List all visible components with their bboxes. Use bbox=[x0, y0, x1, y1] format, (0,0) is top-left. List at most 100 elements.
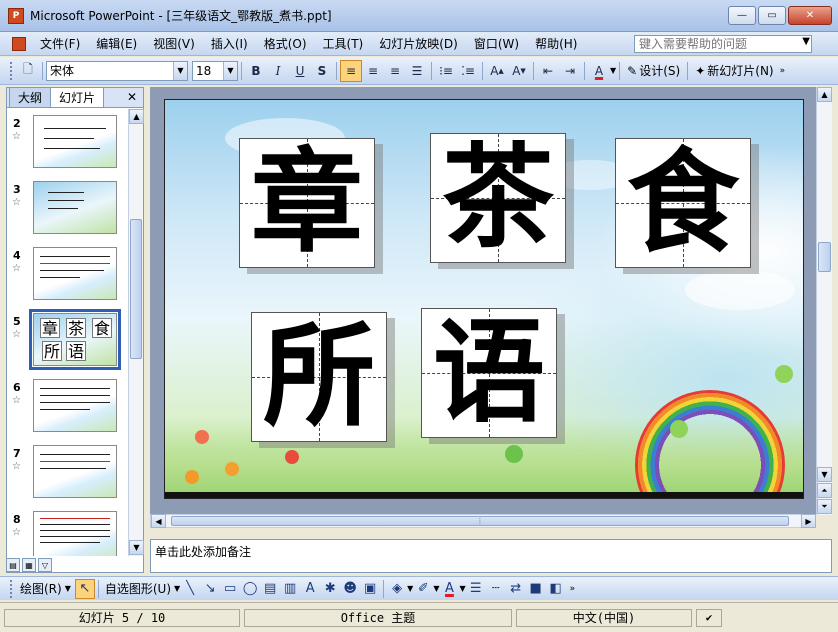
justify-icon[interactable]: ☰ bbox=[406, 60, 428, 82]
select-pointer-icon[interactable]: ↖ bbox=[74, 578, 95, 599]
toolbar-grip[interactable] bbox=[10, 61, 13, 80]
scroll-right-icon[interactable]: ▶ bbox=[801, 514, 816, 528]
scroll-down-icon[interactable]: ▼ bbox=[129, 540, 144, 555]
align-right-icon[interactable]: ≡ bbox=[384, 60, 406, 82]
new-slide-button[interactable]: ✦ 新幻灯片(N) bbox=[691, 62, 777, 79]
char-card[interactable]: 茶 bbox=[430, 133, 566, 263]
dash-style-icon[interactable]: ┄ bbox=[486, 579, 506, 599]
char-card[interactable]: 语 bbox=[421, 308, 557, 438]
design-button[interactable]: ✎ 设计(S) bbox=[623, 62, 684, 79]
textbox-icon[interactable]: ▤ bbox=[260, 579, 280, 599]
diagram-icon[interactable]: ✱ bbox=[320, 579, 340, 599]
line-icon[interactable]: ╲ bbox=[180, 579, 200, 599]
current-slide[interactable]: 章 茶 食 所 语 bbox=[164, 99, 804, 499]
char-card[interactable]: 章 bbox=[239, 138, 375, 268]
tab-outline[interactable]: 大纲 bbox=[9, 87, 52, 107]
spellcheck-icon[interactable]: ✔ bbox=[696, 608, 722, 627]
increase-font-icon[interactable]: A ▲ bbox=[486, 60, 508, 82]
menu-view[interactable]: 视图(V) bbox=[145, 35, 203, 52]
scrollbar-thumb[interactable] bbox=[130, 219, 142, 359]
shadow-button[interactable]: S bbox=[311, 60, 333, 82]
increase-indent-icon[interactable]: ⇥ bbox=[559, 60, 581, 82]
slide-thumbnail-row[interactable]: 4 ☆ bbox=[7, 247, 129, 303]
slide-thumbnail-row[interactable]: 2 ☆ bbox=[7, 115, 129, 171]
picture-icon[interactable]: ▣ bbox=[360, 579, 380, 599]
scroll-up-icon[interactable]: ▲ bbox=[129, 109, 144, 124]
font-size-select[interactable]: 18 ▼ bbox=[192, 60, 238, 81]
tab-slides[interactable]: 幻灯片 bbox=[50, 87, 105, 107]
toolbar-grip[interactable] bbox=[10, 579, 13, 598]
scroll-left-icon[interactable]: ◀ bbox=[151, 514, 166, 528]
bullet-list-icon[interactable]: ⁚≡ bbox=[457, 60, 479, 82]
close-icon[interactable]: ✕ bbox=[127, 90, 137, 104]
arrow-style-icon[interactable]: ⇄ bbox=[506, 579, 526, 599]
menu-slideshow[interactable]: 幻灯片放映(D) bbox=[371, 35, 466, 52]
draw-menu-button[interactable]: 绘图(R) bbox=[17, 580, 65, 597]
font-color-icon[interactable]: A bbox=[588, 60, 610, 82]
slide-thumbnail[interactable] bbox=[33, 247, 117, 300]
decrease-indent-icon[interactable]: ⇤ bbox=[537, 60, 559, 82]
clipart-icon[interactable]: ☻ bbox=[340, 579, 360, 599]
minimize-button[interactable]: — bbox=[728, 6, 756, 25]
slide-thumbnail-row[interactable]: 5 ☆ 章 茶 食 所 语 bbox=[7, 309, 129, 370]
scroll-up-icon[interactable]: ▲ bbox=[817, 87, 832, 102]
menu-format[interactable]: 格式(O) bbox=[256, 35, 315, 52]
shadow-style-icon[interactable]: ■ bbox=[526, 579, 546, 599]
slide-thumbnail[interactable] bbox=[33, 445, 117, 498]
scrollbar-thumb[interactable]: ⋮ bbox=[171, 516, 789, 526]
bold-button[interactable]: B bbox=[245, 60, 267, 82]
wordart-icon[interactable]: A bbox=[300, 579, 320, 599]
oval-icon[interactable]: ◯ bbox=[240, 579, 260, 599]
close-button[interactable]: ✕ bbox=[788, 6, 832, 25]
slide-horizontal-scrollbar[interactable]: ◀ ⋮ ▶ bbox=[150, 514, 816, 528]
align-center-icon[interactable]: ≡ bbox=[362, 60, 384, 82]
notes-pane[interactable]: 单击此处添加备注 bbox=[150, 539, 832, 573]
menu-insert[interactable]: 插入(I) bbox=[203, 35, 256, 52]
slide-thumbnail-row[interactable]: 8 ☆ bbox=[7, 511, 129, 556]
toolbar-options-icon[interactable]: » bbox=[780, 66, 786, 76]
line-color-icon[interactable]: ✐ bbox=[413, 579, 433, 599]
slide-thumbnail-row[interactable]: 7 ☆ bbox=[7, 445, 129, 501]
underline-button[interactable]: U bbox=[289, 60, 311, 82]
new-document-icon[interactable]: 🗋 bbox=[17, 60, 39, 82]
rectangle-icon[interactable]: ▭ bbox=[220, 579, 240, 599]
help-search-input[interactable] bbox=[634, 35, 812, 53]
line-style-icon[interactable]: ☰ bbox=[466, 579, 486, 599]
document-icon[interactable] bbox=[12, 36, 26, 51]
fill-color-icon[interactable]: ◈ bbox=[387, 579, 407, 599]
chevron-down-icon[interactable]: ▼ bbox=[610, 66, 616, 75]
italic-button[interactable]: I bbox=[267, 60, 289, 82]
chevron-down-icon[interactable]: ▼ bbox=[173, 61, 187, 80]
maximize-button[interactable]: ▭ bbox=[758, 6, 786, 25]
menu-window[interactable]: 窗口(W) bbox=[466, 35, 527, 52]
slide-thumbnail[interactable] bbox=[33, 511, 117, 556]
font-name-select[interactable]: 宋体 ▼ bbox=[46, 60, 188, 81]
3d-style-icon[interactable]: ◧ bbox=[546, 579, 566, 599]
slide-thumbnail-selected[interactable]: 章 茶 食 所 语 bbox=[29, 309, 121, 370]
slideshow-icon[interactable]: ▽ bbox=[38, 558, 52, 572]
align-left-icon[interactable]: ≡ bbox=[340, 59, 362, 82]
slide-thumbnail[interactable] bbox=[33, 115, 117, 168]
slide-thumbnail-row[interactable]: 3 ☆ bbox=[7, 181, 129, 237]
next-slide-icon[interactable]: ⏷ bbox=[817, 499, 832, 514]
autoshapes-menu-button[interactable]: 自选图形(U) bbox=[102, 580, 174, 597]
slide-sorter-icon[interactable]: ▦ bbox=[22, 558, 36, 572]
scroll-down-icon[interactable]: ▼ bbox=[817, 467, 832, 482]
slide-vertical-scrollbar[interactable]: ▲ ▼ ⏶ ⏷ bbox=[816, 87, 832, 515]
numbered-list-icon[interactable]: ⁝≡ bbox=[435, 60, 457, 82]
normal-view-icon[interactable]: ▤ bbox=[6, 558, 20, 572]
arrow-icon[interactable]: ↘ bbox=[200, 579, 220, 599]
chevron-down-icon[interactable]: ▼ bbox=[65, 584, 71, 593]
menu-file[interactable]: 文件(F) bbox=[32, 35, 88, 52]
help-dropdown-icon[interactable]: ▼ bbox=[802, 36, 810, 47]
menu-tools[interactable]: 工具(T) bbox=[315, 35, 372, 52]
chevron-down-icon[interactable]: ▼ bbox=[223, 61, 237, 80]
previous-slide-icon[interactable]: ⏶ bbox=[817, 483, 832, 498]
decrease-font-icon[interactable]: A ▼ bbox=[508, 60, 530, 82]
slide-thumbnail[interactable] bbox=[33, 379, 117, 432]
char-card[interactable]: 所 bbox=[251, 312, 387, 442]
toolbar-options-icon[interactable]: » bbox=[570, 584, 576, 594]
menu-help[interactable]: 帮助(H) bbox=[527, 35, 585, 52]
scrollbar-thumb[interactable] bbox=[818, 242, 831, 272]
slide-thumbnail-row[interactable]: 6 ☆ bbox=[7, 379, 129, 435]
